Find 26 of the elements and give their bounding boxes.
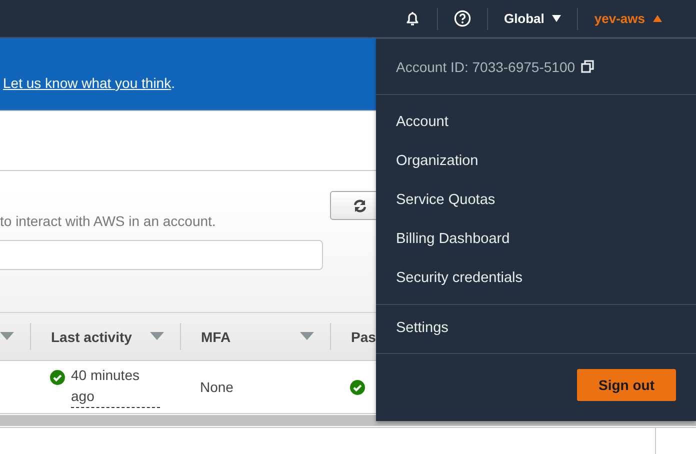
table-cell: 40 minutes ago <box>71 365 160 408</box>
feedback-link[interactable]: Let us know what you think <box>3 75 172 91</box>
menu-item[interactable]: Service Quotas <box>376 181 696 220</box>
menu-item[interactable]: Organization <box>376 142 696 181</box>
caret-icon <box>552 15 562 22</box>
help-icon[interactable] <box>454 10 471 27</box>
menu-item[interactable]: Settings <box>376 314 696 343</box>
sort-caret-icon[interactable] <box>300 332 314 341</box>
sort-caret-icon[interactable] <box>0 332 14 341</box>
banner-text: . <box>171 75 175 91</box>
column-header[interactable]: Last activity <box>30 323 180 350</box>
table-cell: None <box>200 379 234 395</box>
refresh-icon <box>353 198 367 212</box>
description-text: to interact with AWS in an account. <box>0 213 217 229</box>
search-field[interactable] <box>0 240 323 270</box>
menu-item[interactable]: Billing Dashboard <box>376 220 696 259</box>
user-menu[interactable]: yev-aws <box>588 7 668 30</box>
sign-out-button[interactable]: Sign out <box>577 369 676 401</box>
column-header[interactable]: MFA <box>180 323 330 350</box>
sort-caret-icon[interactable] <box>150 332 164 341</box>
menu-item[interactable]: Security credentials <box>376 259 696 298</box>
caret-icon <box>653 15 662 22</box>
region-menu[interactable]: Global <box>498 7 568 30</box>
account-id: Account ID: 7033-6975-5100 <box>396 58 576 74</box>
copy-icon[interactable] <box>581 60 594 73</box>
menu-item[interactable]: Account <box>376 103 696 142</box>
